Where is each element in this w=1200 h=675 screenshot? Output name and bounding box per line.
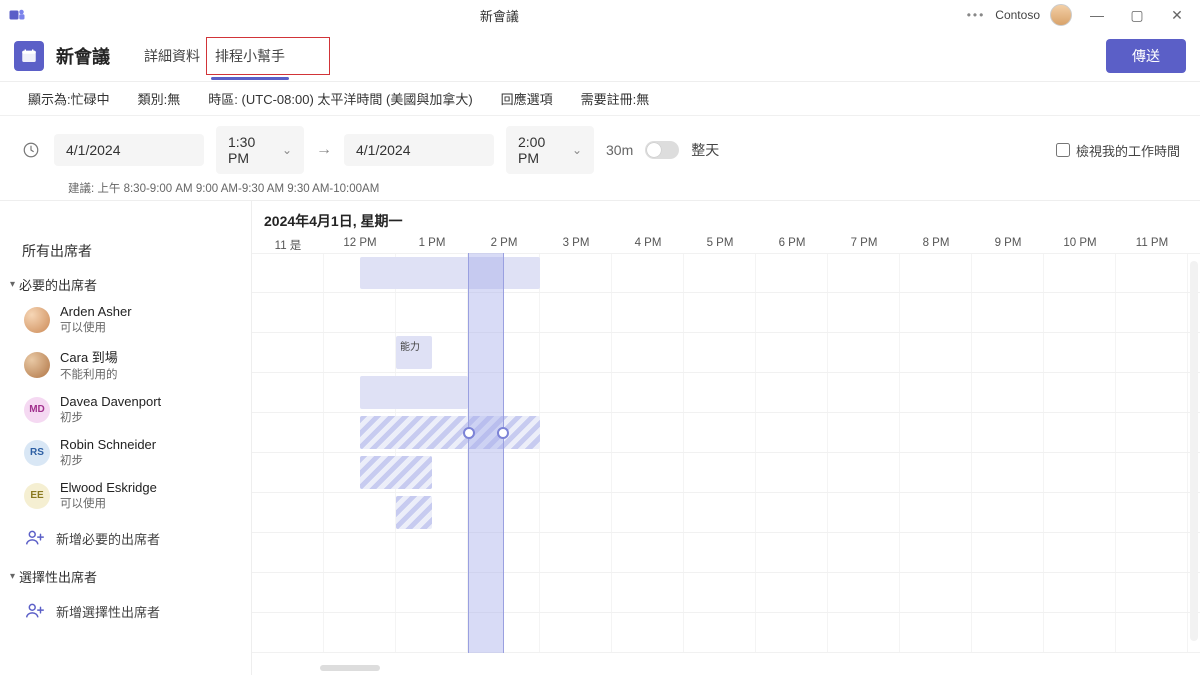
tentative-block: [360, 456, 432, 489]
tab-scheduling-highlight: 排程小幫手: [206, 37, 330, 75]
grid-row-attendee: [252, 493, 1200, 533]
category[interactable]: 類別:無: [138, 89, 181, 108]
chevron-down-icon: ▾: [10, 279, 15, 290]
close-button[interactable]: ✕: [1162, 7, 1192, 24]
org-name: Contoso: [995, 8, 1040, 22]
grid-row-all: [252, 253, 1200, 293]
avatar: EE: [24, 483, 50, 509]
resize-handle-right[interactable]: [497, 427, 509, 439]
grid-row-attendee: 能力: [252, 333, 1200, 373]
add-people-icon: [24, 600, 46, 622]
proposed-time-overlay[interactable]: [468, 253, 504, 653]
window-titlebar: 新會議 ••• Contoso — ▢ ✕: [0, 0, 1200, 30]
tentative-block: [396, 496, 432, 529]
timezone[interactable]: 時區: (UTC-08:00) 太平洋時間 (美國與加拿大): [208, 89, 472, 108]
time-row: 4/1/2024 1:30 PM⌄ → 4/1/2024 2:00 PM⌄ 30…: [0, 116, 1200, 200]
start-date-input[interactable]: 4/1/2024: [54, 134, 204, 166]
view-work-hours[interactable]: 檢視我的工作時間: [1056, 141, 1180, 160]
attendee-row[interactable]: Cara 到場不能利用的: [0, 341, 251, 388]
hours-header: 11 是 12 PM 1 PM 2 PM 3 PM 4 PM 5 PM 6 PM…: [252, 237, 1200, 253]
chevron-down-icon: ⌄: [572, 143, 582, 157]
grid-date-heading: 2024年4月1日, 星期一: [252, 201, 1200, 237]
grid-row-attendee: [252, 413, 1200, 453]
chevron-down-icon: ▾: [10, 571, 15, 582]
all-day-toggle[interactable]: [645, 141, 679, 159]
attendee-row[interactable]: EE Elwood Eskridge可以使用: [0, 474, 251, 517]
avatar: [24, 307, 50, 333]
vertical-scrollbar[interactable]: [1190, 261, 1198, 641]
arrow-right-icon: →: [316, 141, 332, 159]
horizontal-scroll-hint[interactable]: [320, 665, 380, 671]
more-icon[interactable]: •••: [967, 8, 986, 22]
busy-block: [360, 376, 468, 409]
attendee-row[interactable]: RS Robin Schneider初步: [0, 431, 251, 474]
grid-rows: 能力: [252, 253, 1200, 653]
attendee-row[interactable]: Arden Asher可以使用: [0, 298, 251, 341]
window-title: 新會議: [32, 6, 967, 25]
availability-grid[interactable]: 2024年4月1日, 星期一 11 是 12 PM 1 PM 2 PM 3 PM…: [252, 201, 1200, 675]
add-people-icon: [24, 527, 46, 549]
avatar: MD: [24, 397, 50, 423]
send-button[interactable]: 傳送: [1106, 39, 1186, 73]
meeting-icon: [14, 41, 44, 71]
registration[interactable]: 需要註冊:無: [581, 89, 650, 108]
grid-row-spacer: [252, 573, 1200, 613]
tentative-block: [360, 416, 540, 449]
end-date-input[interactable]: 4/1/2024: [344, 134, 494, 166]
busy-block: [360, 257, 540, 289]
grid-row-spacer: [252, 533, 1200, 573]
view-work-hours-checkbox[interactable]: [1056, 143, 1070, 157]
avatar: [24, 352, 50, 378]
show-as[interactable]: 顯示為:忙碌中: [28, 89, 110, 108]
end-time-input[interactable]: 2:00 PM⌄: [506, 126, 594, 174]
clock-icon: [20, 139, 42, 161]
tab-details[interactable]: 詳細資料: [140, 40, 204, 72]
chevron-down-icon: ⌄: [282, 143, 292, 157]
grid-row-spacer: [252, 613, 1200, 653]
tab-scheduling-assistant[interactable]: 排程小幫手: [211, 40, 289, 72]
teams-app-icon: [8, 6, 26, 24]
required-attendees-header[interactable]: ▾ 必要的出席者: [0, 267, 251, 298]
all-day-label: 整天: [691, 140, 719, 160]
tabs: 詳細資料 排程小幫手: [140, 37, 330, 75]
avatar: RS: [24, 440, 50, 466]
scheduling-main: 所有出席者 ▾ 必要的出席者 Arden Asher可以使用 Cara 到場不能…: [0, 200, 1200, 675]
all-attendees-header: 所有出席者: [0, 231, 251, 267]
grid-row-spacer: [252, 293, 1200, 333]
page-title: 新會議: [56, 43, 110, 69]
grid-row-attendee: [252, 373, 1200, 413]
add-optional-attendee[interactable]: 新增選擇性出席者: [0, 590, 251, 632]
busy-block: 能力: [396, 336, 432, 369]
duration-label: 30m: [606, 142, 633, 158]
attendee-sidebar: 所有出席者 ▾ 必要的出席者 Arden Asher可以使用 Cara 到場不能…: [0, 201, 252, 675]
minimize-button[interactable]: —: [1082, 7, 1112, 23]
user-avatar[interactable]: [1050, 4, 1072, 26]
maximize-button[interactable]: ▢: [1122, 7, 1152, 24]
grid-row-attendee: [252, 453, 1200, 493]
meta-bar: 顯示為:忙碌中 類別:無 時區: (UTC-08:00) 太平洋時間 (美國與加…: [0, 82, 1200, 116]
add-required-attendee[interactable]: 新增必要的出席者: [0, 517, 251, 559]
resize-handle-left[interactable]: [463, 427, 475, 439]
suggested-times[interactable]: 建議: 上午 8:30-9:00 AM 9:00 AM-9:30 AM 9:30…: [68, 180, 1180, 196]
start-time-input[interactable]: 1:30 PM⌄: [216, 126, 304, 174]
attendee-row[interactable]: MD Davea Davenport初步: [0, 388, 251, 431]
optional-attendees-header[interactable]: ▾ 選擇性出席者: [0, 559, 251, 590]
response-options[interactable]: 回應選項: [501, 89, 553, 108]
page-header: 新會議 詳細資料 排程小幫手 傳送: [0, 30, 1200, 82]
